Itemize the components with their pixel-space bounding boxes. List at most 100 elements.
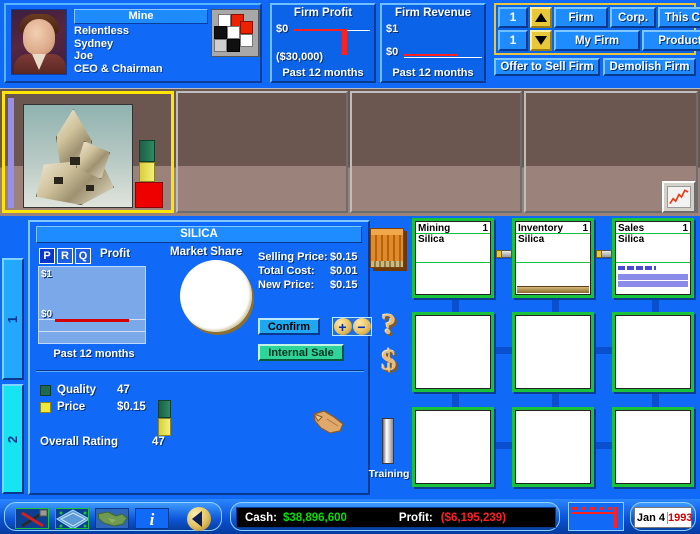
firm-revenue-graph: $1 $0 (386, 21, 482, 61)
department-grid: Mining 1 Silica Inventory 1 Silica Sales… (412, 216, 700, 499)
resource-icon-column: ? $ Training (366, 216, 412, 499)
profit-label: Profit: (398, 511, 433, 524)
department-slot-5-inner (515, 315, 591, 389)
selling-price-label: Selling Price: (258, 251, 328, 263)
sales-bar-1 (618, 274, 688, 280)
ceo-line-2: Sydney (74, 37, 114, 50)
top-header-bar: Mine Relentless Sydney Joe CEO & Chairma… (0, 0, 700, 88)
sidebar-tab-2-label: 2 (5, 435, 21, 443)
rating-row-quality: Quality 47 (40, 382, 146, 399)
firm-button[interactable]: Firm (554, 7, 608, 28)
date-display[interactable]: Jan 4 1993 (634, 507, 692, 528)
lot-2-empty[interactable] (176, 91, 348, 213)
product-button[interactable]: Product (642, 30, 700, 51)
ratings-block: Quality 47 Price $0.15 (40, 382, 146, 416)
prq-button-q[interactable]: Q (75, 248, 91, 264)
department-sales-inner: Sales 1 Silica (615, 221, 691, 295)
department-mining[interactable]: Mining 1 Silica (412, 218, 494, 298)
cash-value: $38,896,600 (282, 511, 347, 524)
department-mining-inner: Mining 1 Silica (415, 221, 491, 295)
world-map-svg (96, 509, 128, 528)
mini-chart-vline (613, 507, 617, 528)
product-index-field[interactable]: 1 (498, 30, 528, 51)
profit-graph-footer: Past 12 months (53, 348, 135, 360)
department-slot-4-empty[interactable] (412, 312, 494, 392)
demolish-firm-button[interactable]: Demolish Firm (603, 58, 696, 76)
cash-label: Cash: (245, 511, 277, 524)
firm-index-down-button[interactable] (530, 30, 552, 51)
mini-chart-dots (572, 507, 612, 510)
crate-top (371, 229, 403, 235)
overall-rating-label: Overall Rating (40, 436, 118, 448)
department-slot-5-empty[interactable] (512, 312, 594, 392)
pointing-hand-cursor-icon (312, 408, 346, 436)
firm-selector-panel: 1 Firm Corp. This City 1 My Firm Product (494, 3, 700, 55)
hand-svg (312, 410, 344, 434)
profit-graph-label: Profit (100, 248, 131, 260)
department-slot-7-inner (415, 410, 491, 484)
department-slot-9-empty[interactable] (612, 407, 694, 487)
department-slot-6-empty[interactable] (612, 312, 694, 392)
status-bar: i Cash: $38,896,600 Profit: ($6,195,239)… (0, 499, 700, 534)
lot-side-bar (8, 98, 14, 208)
firm-revenue-bottom-label: $0 (386, 46, 399, 58)
my-firm-button[interactable]: My Firm (554, 30, 640, 51)
dollar-sign-icon[interactable]: $ (366, 344, 412, 378)
department-slot-6-inner (615, 315, 691, 389)
department-slot-8-inner (515, 410, 591, 484)
department-sales[interactable]: Sales 1 Silica (612, 218, 694, 298)
chart-icon-inner (667, 186, 691, 208)
new-price-label: New Price: (258, 279, 315, 291)
sidebar-tab-2[interactable]: 2 (2, 384, 24, 494)
profit-value: ($6,195,239) (440, 511, 506, 524)
confirm-button[interactable]: Confirm (258, 318, 320, 335)
sidebar-tab-1[interactable]: 1 (2, 258, 24, 380)
money-readout-panel: Cash: $38,896,600 Profit: ($6,195,239) (230, 502, 560, 531)
price-row-new-price: New Price: $0.15 (258, 278, 372, 292)
sales-bar-2 (618, 281, 688, 287)
quality-swatch-icon (40, 385, 51, 396)
world-map-icon[interactable] (95, 508, 129, 529)
department-inventory[interactable]: Inventory 1 Silica (512, 218, 594, 298)
prq-button-p[interactable]: P (39, 248, 55, 264)
profit-graph-bottom-label: $0 (41, 309, 53, 320)
corp-button[interactable]: Corp. (610, 7, 656, 28)
department-inventory-inner: Inventory 1 Silica (515, 221, 591, 295)
back-arrow-icon[interactable] (187, 507, 211, 531)
question-mark-icon[interactable]: ? (366, 308, 412, 342)
line-chart-icon[interactable] (662, 181, 696, 213)
department-slot-8-empty[interactable] (512, 407, 594, 487)
lot-3-empty[interactable] (350, 91, 522, 213)
sales-tick-marks (618, 266, 656, 270)
product-title: SILICA (36, 226, 362, 243)
prq-button-r[interactable]: R (57, 248, 73, 264)
gauge-quality-bar (139, 140, 155, 162)
training-bar-icon[interactable] (382, 418, 394, 464)
building-lot-strip (0, 88, 700, 216)
department-slot-7-empty[interactable] (412, 407, 494, 487)
hammer-wrench-icon[interactable] (15, 508, 49, 529)
firm-index-up-button[interactable] (530, 7, 552, 28)
price-info-block: Selling Price: $0.15 Total Cost: $0.01 N… (258, 250, 372, 292)
price-increase-button[interactable]: + (333, 318, 352, 335)
firm-profit-title: Firm Profit (293, 7, 353, 19)
toolbar-group: i (4, 502, 222, 531)
firm-index-field[interactable]: 1 (498, 7, 528, 28)
mini-chart-icon[interactable] (568, 502, 624, 531)
main-content-area: 1 2 SILICA P R Q Profit Market Share $1 … (0, 216, 700, 499)
this-city-button[interactable]: This City (658, 7, 700, 28)
internal-sale-button[interactable]: Internal Sale (258, 344, 344, 361)
lot-gauge-stack (139, 140, 155, 182)
chart-icon-svg (669, 189, 689, 205)
lot-1-selected[interactable] (2, 91, 174, 213)
info-i-icon[interactable]: i (135, 508, 169, 529)
crate-icon[interactable] (370, 228, 404, 268)
quality-value: 47 (117, 384, 130, 396)
rating-row-price: Price $0.15 (40, 399, 146, 416)
offer-to-sell-firm-button[interactable]: Offer to Sell Firm (494, 58, 600, 76)
city-map-icon[interactable] (55, 508, 89, 529)
firm-profit-panel[interactable]: Firm Profit $0 ($30,000) Past 12 months (270, 3, 376, 83)
ceo-info-panel[interactable]: Mine Relentless Sydney Joe CEO & Chairma… (4, 3, 262, 83)
city-map-svg (56, 509, 88, 528)
firm-revenue-panel[interactable]: Firm Revenue $1 $0 Past 12 months (380, 3, 486, 83)
